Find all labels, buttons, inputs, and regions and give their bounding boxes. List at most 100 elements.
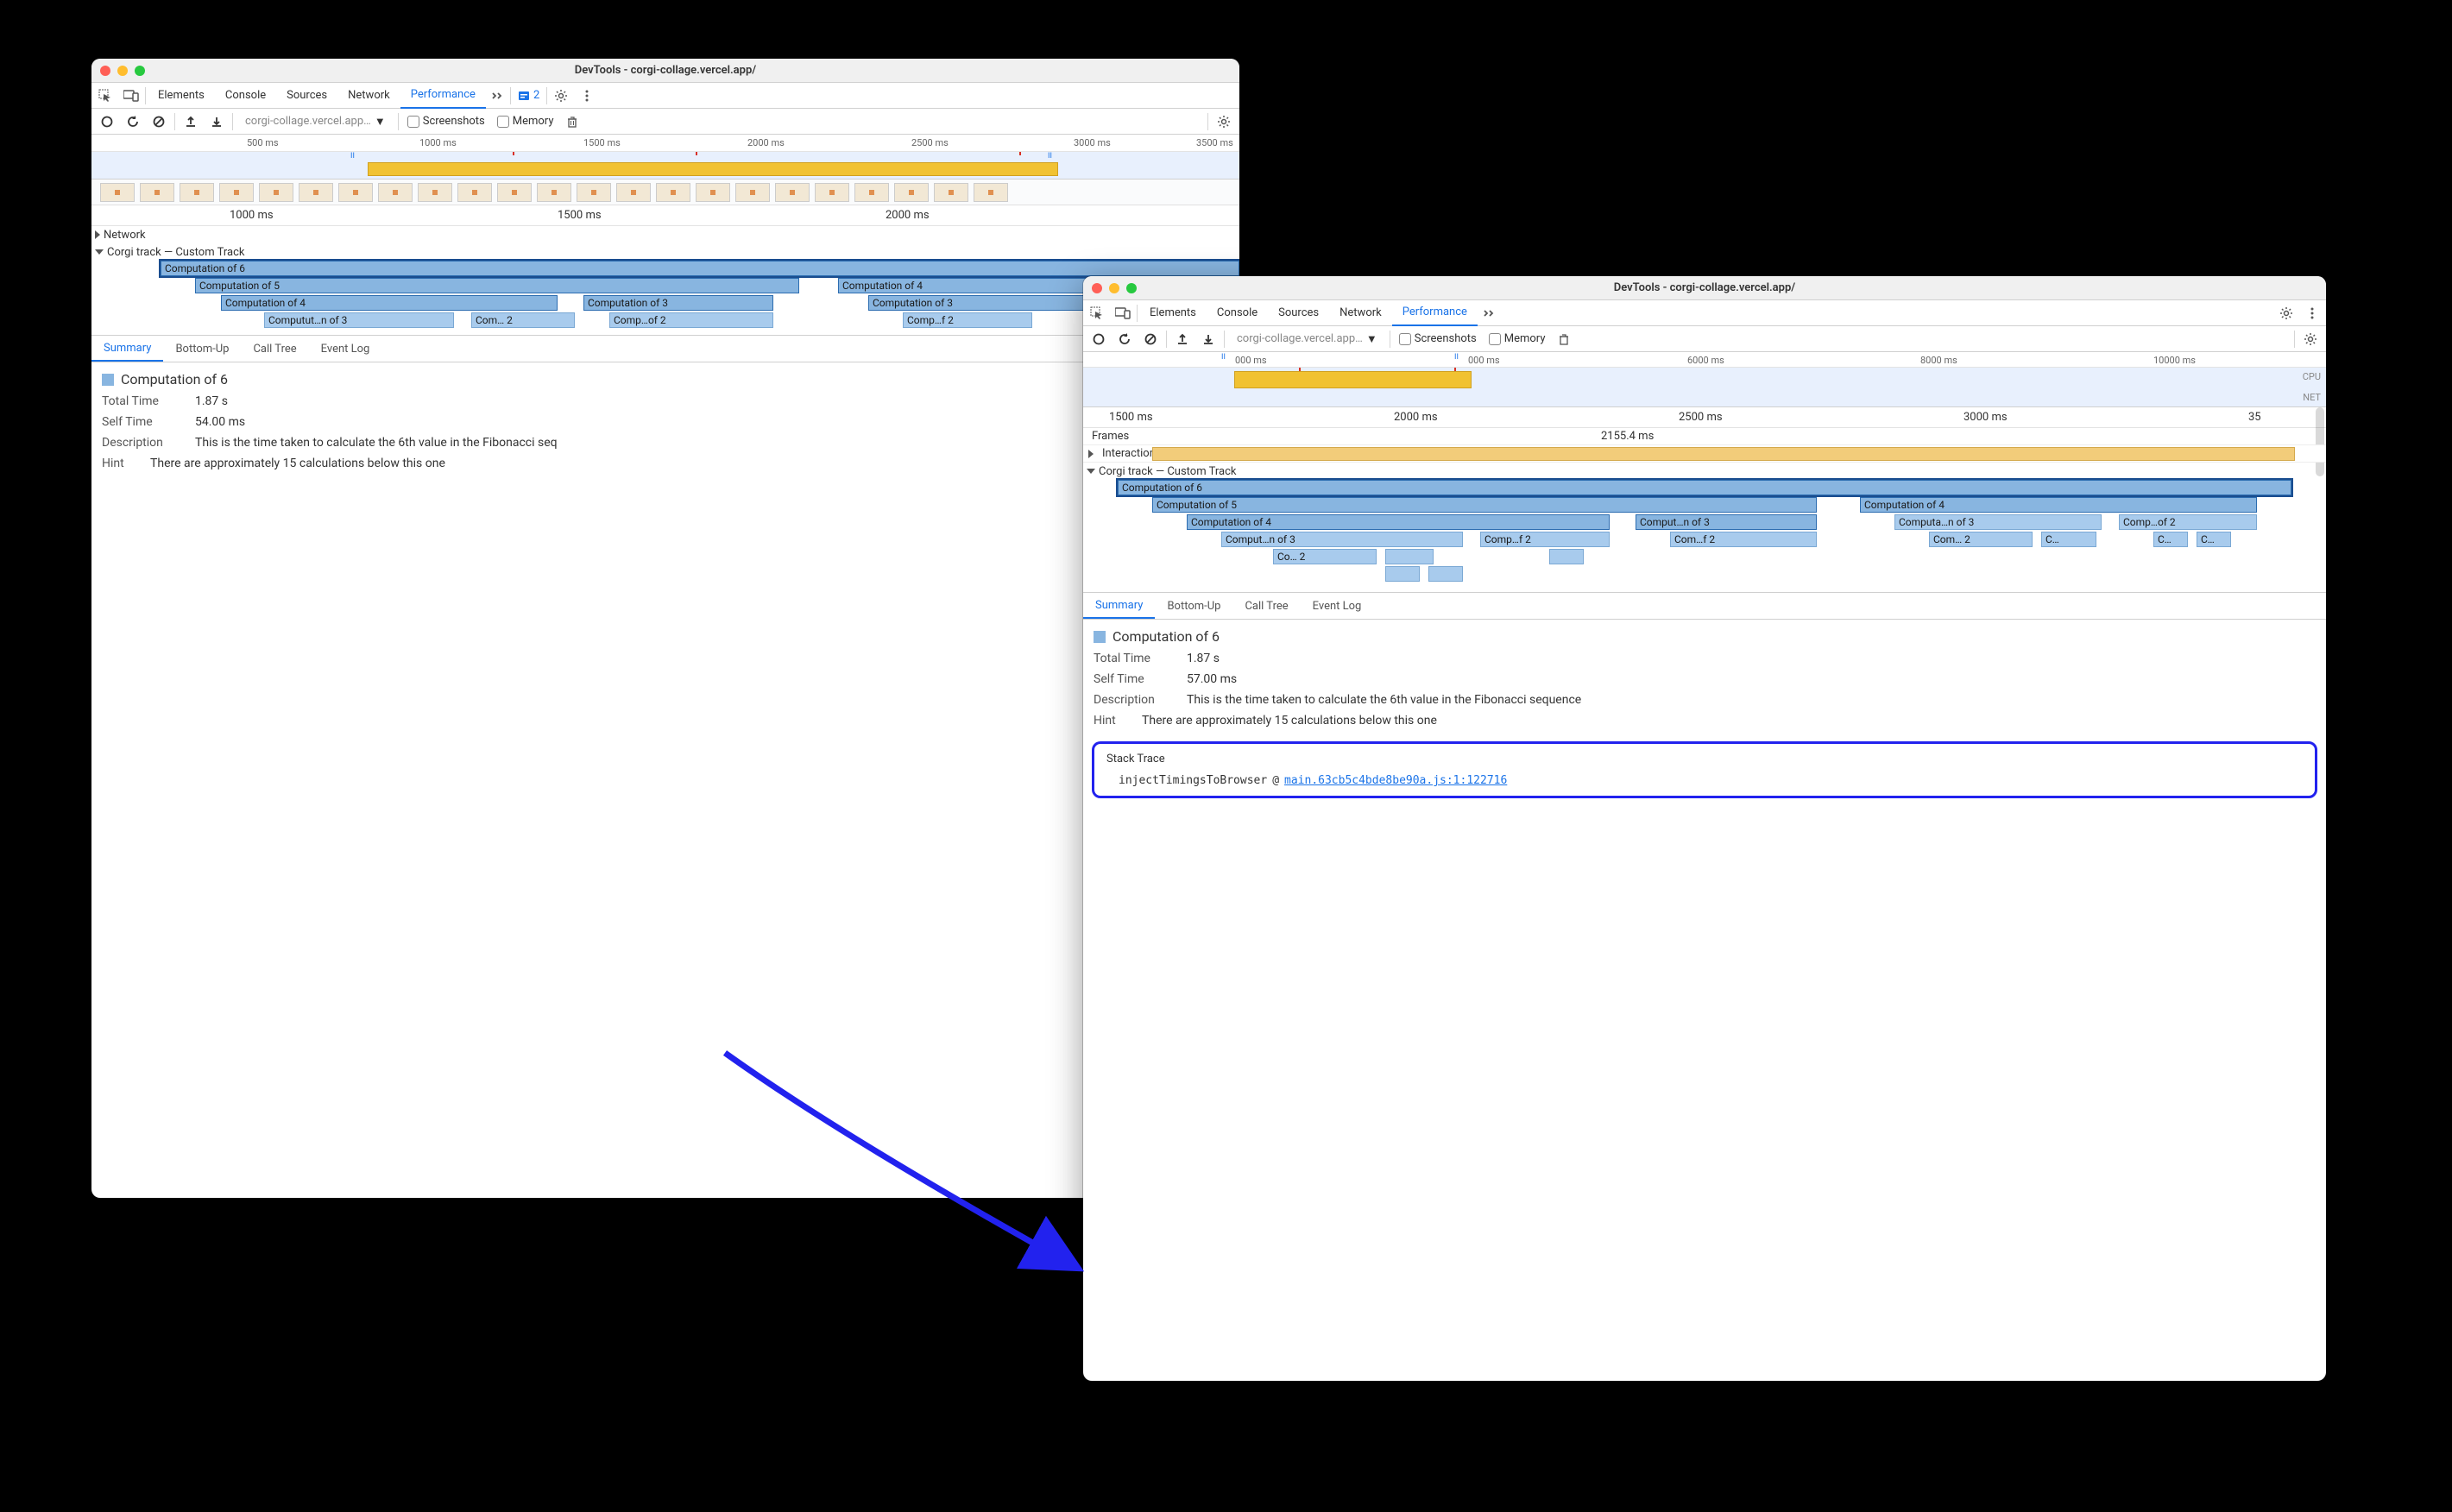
- flame-block[interactable]: Computation of 5: [1152, 497, 1817, 513]
- inspect-icon[interactable]: [1085, 301, 1109, 325]
- more-tabs-icon[interactable]: [1479, 300, 1500, 326]
- overview-timeline[interactable]: CPU NET: [1083, 368, 2326, 407]
- flame-block[interactable]: Computation of 4: [1860, 497, 2257, 513]
- flame-block[interactable]: Com…f 2: [1670, 532, 1817, 547]
- inspect-icon[interactable]: [93, 84, 117, 108]
- tab-sources[interactable]: Sources: [1268, 300, 1329, 326]
- capture-settings-icon[interactable]: [2300, 329, 2321, 350]
- flame-block[interactable]: Computation of 3: [868, 295, 1110, 311]
- url-selector[interactable]: corgi-collage.vercel.app…▼: [238, 113, 393, 130]
- overview-ruler[interactable]: II 000 ms II 000 ms 6000 ms 8000 ms 1000…: [1083, 352, 2326, 368]
- url-selector[interactable]: corgi-collage.vercel.app…▼: [1230, 331, 1384, 348]
- flame-block[interactable]: Computation of 4: [1187, 514, 1610, 530]
- tab-performance[interactable]: Performance: [1392, 300, 1478, 326]
- flame-block[interactable]: Computation of 6: [161, 261, 1239, 276]
- tab-network[interactable]: Network: [337, 83, 400, 109]
- flame-block[interactable]: Computation of 5: [195, 278, 799, 293]
- close-icon[interactable]: [100, 66, 110, 76]
- screenshots-checkbox[interactable]: Screenshots: [404, 115, 489, 128]
- clear-button[interactable]: [148, 111, 169, 132]
- custom-track-header[interactable]: Corgi track — Custom Track: [91, 243, 1239, 261]
- more-icon[interactable]: [575, 84, 599, 108]
- flame-block[interactable]: Computa…n of 3: [1894, 514, 2102, 530]
- tab-elements[interactable]: Elements: [148, 83, 215, 109]
- flame-block[interactable]: Com… 2: [471, 312, 575, 328]
- flame-block[interactable]: C…: [2153, 532, 2188, 547]
- device-toggle-icon[interactable]: [119, 84, 143, 108]
- minimize-icon[interactable]: [117, 66, 128, 76]
- network-track-header[interactable]: Network: [91, 226, 1239, 243]
- custom-track-header[interactable]: Corgi track — Custom Track: [1083, 463, 2326, 480]
- upload-icon[interactable]: [1172, 329, 1193, 350]
- flame-chart[interactable]: Computation of 6 Computation of 5 Comput…: [1083, 480, 2326, 592]
- tab-console[interactable]: Console: [1207, 300, 1268, 326]
- memory-checkbox[interactable]: Memory: [1485, 332, 1549, 345]
- close-icon[interactable]: [1092, 283, 1102, 293]
- device-toggle-icon[interactable]: [1111, 301, 1135, 325]
- flame-block[interactable]: C…: [2041, 532, 2096, 547]
- tab-console[interactable]: Console: [215, 83, 276, 109]
- maximize-icon[interactable]: [135, 66, 145, 76]
- screenshot-thumbs[interactable]: [91, 180, 1239, 205]
- flame-block[interactable]: Comput…n of 3: [1636, 514, 1817, 530]
- tab-performance[interactable]: Performance: [400, 83, 486, 109]
- reload-record-button[interactable]: [123, 111, 143, 132]
- flame-block[interactable]: Computation of 4: [221, 295, 558, 311]
- issues-badge[interactable]: 2: [513, 83, 545, 109]
- flame-block[interactable]: Comp…of 2: [609, 312, 773, 328]
- download-icon[interactable]: [206, 111, 227, 132]
- more-tabs-icon[interactable]: [488, 83, 508, 109]
- gc-icon[interactable]: [562, 111, 583, 132]
- flame-block[interactable]: [1385, 566, 1420, 582]
- tab-elements[interactable]: Elements: [1139, 300, 1207, 326]
- settings-icon[interactable]: [549, 84, 573, 108]
- interaction-span[interactable]: [1152, 447, 2295, 461]
- tab-event-log[interactable]: Event Log: [309, 336, 382, 362]
- flame-block[interactable]: Computation of 4: [838, 278, 1097, 293]
- maximize-icon[interactable]: [1126, 283, 1137, 293]
- reload-record-button[interactable]: [1114, 329, 1135, 350]
- settings-icon[interactable]: [2274, 301, 2298, 325]
- tab-call-tree[interactable]: Call Tree: [1232, 593, 1300, 619]
- tab-event-log[interactable]: Event Log: [1301, 593, 1374, 619]
- stack-source-link[interactable]: main.63cb5c4bde8be90a.js:1:122716: [1284, 774, 1507, 787]
- gc-icon[interactable]: [1554, 329, 1574, 350]
- flame-block[interactable]: Computut…n of 3: [264, 312, 454, 328]
- screenshots-checkbox[interactable]: Screenshots: [1396, 332, 1480, 345]
- more-icon[interactable]: [2300, 301, 2324, 325]
- tab-call-tree[interactable]: Call Tree: [241, 336, 308, 362]
- minimize-icon[interactable]: [1109, 283, 1119, 293]
- main-ruler[interactable]: 1500 ms 2000 ms 2500 ms 3000 ms 35: [1083, 407, 2326, 428]
- tab-network[interactable]: Network: [1329, 300, 1392, 326]
- flame-block[interactable]: Comp…f 2: [1480, 532, 1610, 547]
- overview-ruler[interactable]: 500 ms 1000 ms 1500 ms 2000 ms 2500 ms 3…: [91, 135, 1239, 152]
- flame-block[interactable]: Comput…n of 3: [1221, 532, 1463, 547]
- flame-block[interactable]: Computation of 6: [1118, 480, 2291, 495]
- tab-summary[interactable]: Summary: [91, 336, 163, 362]
- overview-timeline[interactable]: II II: [91, 152, 1239, 180]
- frames-row[interactable]: Frames 2155.4 ms: [1083, 428, 2326, 445]
- flame-block[interactable]: Comp…of 2: [2119, 514, 2257, 530]
- upload-icon[interactable]: [180, 111, 201, 132]
- flame-block[interactable]: [1428, 566, 1463, 582]
- capture-settings-icon[interactable]: [1213, 111, 1234, 132]
- flame-chart[interactable]: Computation of 6 Computation of 5 Comput…: [91, 261, 1239, 335]
- main-ruler[interactable]: 1000 ms 1500 ms 2000 ms: [91, 205, 1239, 226]
- tab-bottom-up[interactable]: Bottom-Up: [1155, 593, 1232, 619]
- tab-summary[interactable]: Summary: [1083, 593, 1155, 619]
- clear-button[interactable]: [1140, 329, 1161, 350]
- record-button[interactable]: [97, 111, 117, 132]
- download-icon[interactable]: [1198, 329, 1219, 350]
- flame-block[interactable]: C…: [2197, 532, 2231, 547]
- interactions-row[interactable]: Interactions: [1083, 445, 2326, 463]
- flame-block[interactable]: Computation of 3: [583, 295, 773, 311]
- flame-block[interactable]: Com… 2: [1929, 532, 2033, 547]
- flame-block[interactable]: [1549, 549, 1584, 564]
- flame-block[interactable]: Co… 2: [1273, 549, 1377, 564]
- tab-bottom-up[interactable]: Bottom-Up: [163, 336, 241, 362]
- flame-block[interactable]: [1385, 549, 1434, 564]
- memory-checkbox[interactable]: Memory: [494, 115, 558, 128]
- tab-sources[interactable]: Sources: [276, 83, 337, 109]
- record-button[interactable]: [1088, 329, 1109, 350]
- flame-block[interactable]: Comp…f 2: [903, 312, 1032, 328]
